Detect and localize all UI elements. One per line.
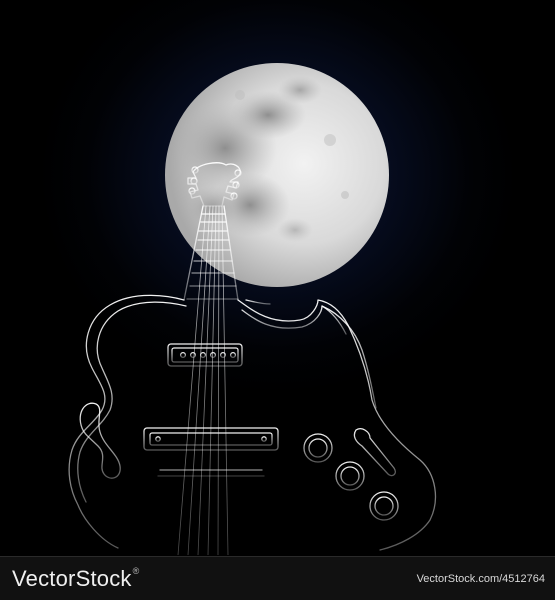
registered-mark: ®: [132, 566, 140, 576]
brand-name: VectorStock: [12, 566, 132, 591]
image-url: VectorStock.com/4512764: [416, 573, 545, 585]
watermark-bar: VectorStock® VectorStock.com/4512764: [0, 556, 555, 600]
artwork-canvas: VectorStock® VectorStock.com/4512764: [0, 0, 555, 600]
guitar-moon-illustration: [68, 63, 437, 555]
moon: [165, 63, 389, 287]
brand-logo: VectorStock®: [12, 566, 139, 592]
